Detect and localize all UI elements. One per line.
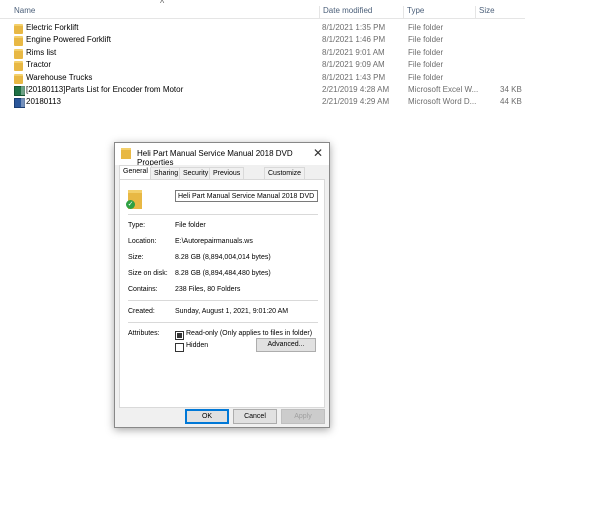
tab-general[interactable]: General [119, 165, 152, 180]
file-date: 8/1/2021 9:09 AM [322, 60, 385, 70]
file-type: File folder [408, 72, 444, 82]
file-date: 2/21/2019 4:29 AM [322, 97, 390, 107]
contains-value: 238 Files, 80 Folders [175, 286, 241, 293]
column-size[interactable]: Size [475, 6, 524, 18]
folder-icon [14, 48, 23, 59]
general-panel: ✓ Heli Part Manual Service Manual 2018 D… [119, 179, 325, 408]
properties-dialog: Heli Part Manual Service Manual 2018 DVD… [114, 142, 330, 428]
close-button[interactable]: ✕ [313, 146, 323, 160]
divider [128, 214, 318, 215]
cancel-button[interactable]: Cancel [233, 409, 277, 424]
tab-security[interactable]: Security [179, 167, 213, 179]
contains-label: Contains: [128, 286, 158, 293]
file-size: 44 KB [500, 97, 522, 107]
created-label: Created: [128, 308, 155, 315]
file-name: Electric Forklift [26, 23, 79, 32]
readonly-checkbox[interactable] [175, 331, 184, 340]
file-type: File folder [408, 35, 444, 45]
size-label: Size: [128, 254, 144, 261]
column-header: Name Date modified Type Size [0, 4, 525, 19]
type-label: Type: [128, 222, 146, 229]
file-name: Tractor [26, 60, 52, 70]
column-type[interactable]: Type [403, 6, 475, 18]
location-value: E:\Autorepairmanuals.ws [175, 238, 253, 245]
attributes-label: Attributes: [128, 330, 160, 337]
file-row[interactable]: 20180113 2/21/2019 4:29 AM Microsoft Wor… [0, 96, 525, 109]
location-label: Location: [128, 238, 157, 245]
file-date: 2/21/2019 4:28 AM [322, 84, 390, 94]
dialog-title: Heli Part Manual Service Manual 2018 DVD… [137, 149, 293, 167]
file-row[interactable]: Engine Powered Forklift 8/1/2021 1:46 PM… [0, 34, 525, 47]
column-name[interactable]: Name [14, 6, 314, 18]
tab-customize[interactable]: Customize [264, 167, 306, 179]
size-on-disk-value: 8.28 GB (8,894,484,480 bytes) [175, 270, 271, 277]
file-name: Engine Powered Forklift [26, 35, 111, 45]
file-row[interactable]: [20180113]Parts List for Encoder from Mo… [0, 84, 525, 96]
file-type: File folder [408, 60, 444, 70]
file-type: File folder [408, 47, 444, 57]
hidden-checkbox[interactable] [175, 343, 184, 352]
file-list: Electric Forklift 8/1/2021 1:35 PM File … [0, 22, 525, 109]
file-row[interactable]: Rims list 8/1/2021 9:01 AM File folder [0, 47, 525, 59]
sync-check-icon: ✓ [126, 200, 135, 209]
file-name: Warehouse Trucks [26, 72, 93, 82]
file-type: Microsoft Word D... [408, 97, 477, 107]
folder-icon [14, 36, 23, 47]
column-date-modified[interactable]: Date modified [319, 6, 403, 18]
folder-icon [14, 61, 23, 72]
file-type: File folder [408, 23, 444, 32]
file-date: 8/1/2021 9:01 AM [322, 47, 385, 57]
divider [128, 300, 318, 301]
tab-sharing[interactable]: Sharing [150, 167, 183, 179]
dialog-titlebar[interactable]: Heli Part Manual Service Manual 2018 DVD… [115, 143, 329, 167]
folder-icon [121, 148, 131, 159]
file-date: 8/1/2021 1:43 PM [322, 72, 386, 82]
readonly-label: Read-only (Only applies to files in fold… [186, 330, 313, 337]
file-row[interactable]: Electric Forklift 8/1/2021 1:35 PM File … [0, 22, 525, 34]
ok-button[interactable]: OK [185, 409, 229, 424]
excel-file-icon [14, 85, 25, 96]
file-date: 8/1/2021 1:35 PM [322, 23, 386, 32]
divider [128, 322, 318, 323]
file-row[interactable]: Warehouse Trucks 8/1/2021 1:43 PM File f… [0, 72, 525, 84]
hidden-label: Hidden [186, 342, 209, 349]
apply-button[interactable]: Apply [281, 409, 325, 424]
file-name: 20180113 [26, 97, 61, 107]
word-file-icon [14, 98, 25, 109]
size-value: 8.28 GB (8,894,004,014 bytes) [175, 254, 271, 261]
folder-name-input[interactable]: Heli Part Manual Service Manual 2018 DVD [175, 190, 318, 202]
file-row[interactable]: Tractor 8/1/2021 9:09 AM File folder [0, 59, 525, 72]
folder-icon [14, 24, 23, 34]
file-type: Microsoft Excel W... [408, 84, 479, 94]
size-on-disk-label: Size on disk: [128, 270, 168, 277]
created-value: Sunday, August 1, 2021, 9:01:20 AM [175, 308, 289, 315]
file-name: Rims list [26, 47, 57, 57]
tab-previous-versions[interactable]: Previous Versions [209, 167, 245, 188]
folder-icon [14, 73, 23, 84]
file-name: [20180113]Parts List for Encoder from Mo… [26, 84, 184, 94]
type-value: File folder [175, 222, 206, 229]
file-size: 34 KB [500, 84, 522, 94]
advanced-button[interactable]: Advanced... [256, 338, 316, 352]
file-date: 8/1/2021 1:46 PM [322, 35, 386, 45]
